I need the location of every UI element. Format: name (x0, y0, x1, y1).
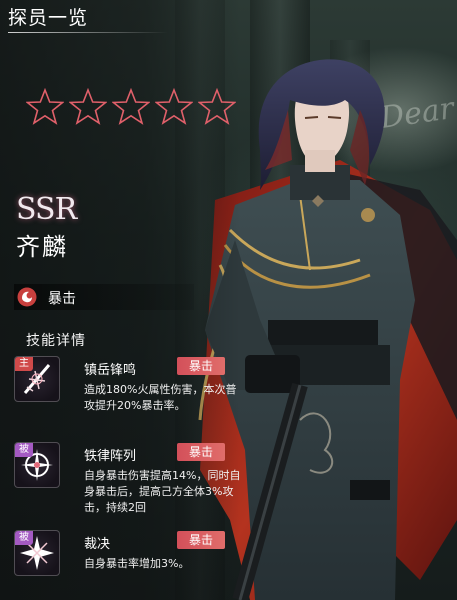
skill-item[interactable]: 被 铁律阵列 暴击 自身暴击伤害提高14%，同时自身暴击后，提高己方全体3%攻击… (14, 442, 244, 518)
skill-icon-box: 被 (14, 530, 60, 576)
star-icon (198, 88, 236, 125)
skill-icon-box: 主 (14, 356, 60, 402)
skill-item[interactable]: 被 裁决 暴击 自身暴击率增加3%。 (14, 530, 244, 590)
skill-description: 造成180%火属性伤害，本次普攻提升20%暴击率。 (84, 383, 237, 412)
skill-type-badge: 暴击 (177, 443, 225, 461)
skill-name: 裁决 (84, 537, 111, 552)
skill-kind-tag: 主 (15, 357, 33, 371)
page-title: 探员一览 (8, 7, 89, 29)
star-icon (155, 88, 193, 125)
crit-type-icon (17, 287, 37, 307)
agent-name: 齐麟 (16, 233, 68, 261)
star-icon (26, 88, 64, 125)
skill-description: 自身暴击伤害提高14%，同时自身暴击后，提高己方全体3%攻击，持续2回 (84, 469, 241, 514)
skill-item[interactable]: 主 镇岳锋鸣 暴击 造成180%火属性伤害，本次普攻提升20%暴击率。 (14, 356, 244, 426)
skills-section-title: 技能详情 (26, 333, 86, 349)
title-underline (8, 32, 168, 33)
header: 探员一览 (0, 0, 457, 36)
skill-kind-tag: 被 (15, 443, 33, 457)
skill-name: 铁律阵列 (84, 449, 137, 464)
agent-detail-screen: Dear 探员一览 SSR 齐麟 暴击 技能详情 主 镇岳锋鸣 暴击 造成180… (0, 0, 457, 600)
star-rating (26, 88, 236, 128)
agent-type-label: 暴击 (48, 291, 76, 307)
skill-type-badge: 暴击 (177, 531, 225, 549)
skill-kind-tag: 被 (15, 531, 33, 545)
rarity-label: SSR (16, 192, 77, 227)
star-icon (112, 88, 150, 125)
skill-type-badge: 暴击 (177, 357, 225, 375)
skill-icon-box: 被 (14, 442, 60, 488)
star-icon (69, 88, 107, 125)
skill-name: 镇岳锋鸣 (84, 363, 137, 378)
agent-type-tag: 暴击 (14, 284, 194, 310)
skill-description: 自身暴击率增加3%。 (84, 557, 190, 570)
